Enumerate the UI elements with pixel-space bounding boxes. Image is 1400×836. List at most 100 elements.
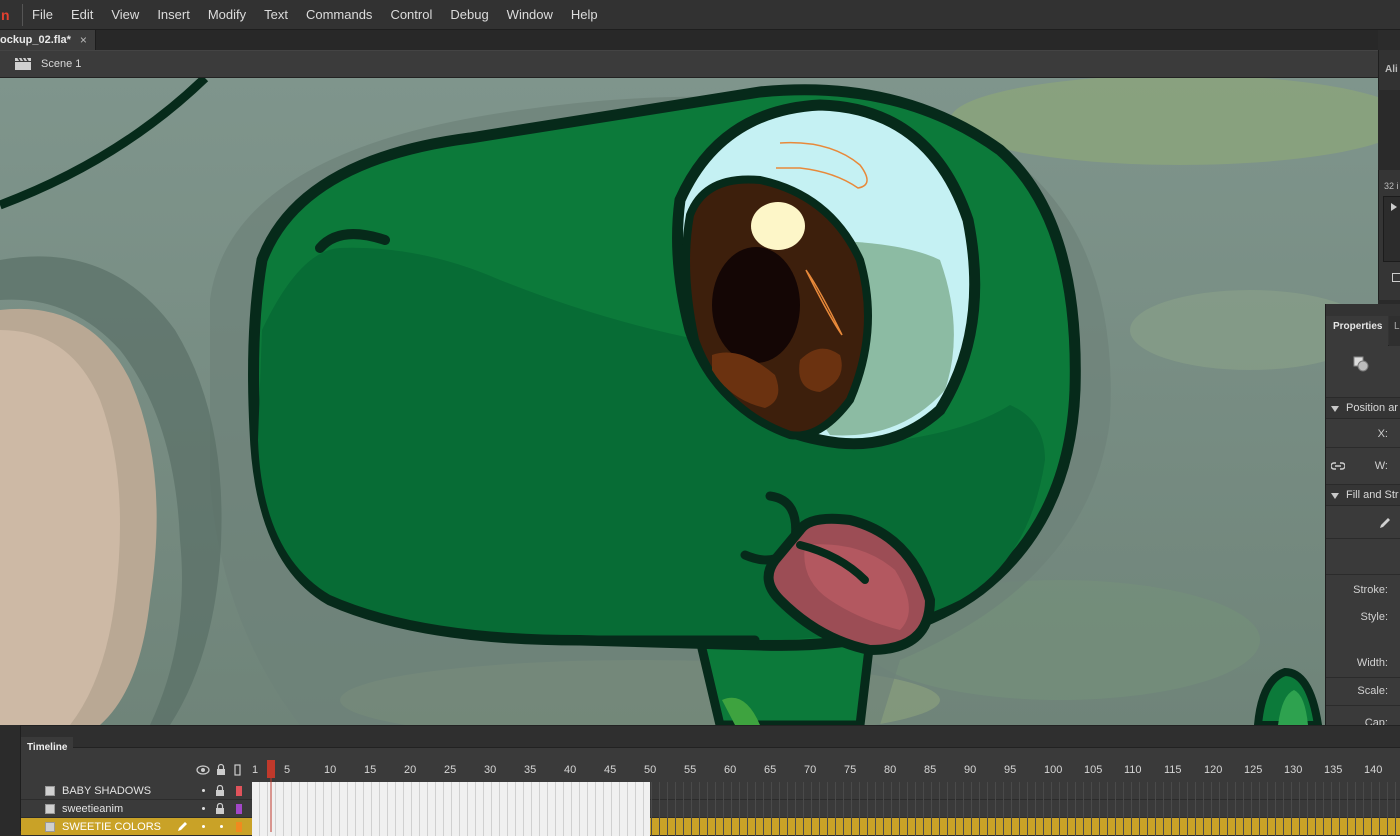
- eye-icon[interactable]: [196, 765, 210, 775]
- timeline-column-icons: [196, 763, 241, 776]
- width-label: Width:: [1356, 657, 1388, 669]
- close-icon[interactable]: ×: [80, 33, 87, 47]
- visibility-dot[interactable]: [202, 825, 205, 828]
- layer-row[interactable]: sweetieanim: [21, 800, 1400, 818]
- scene-breadcrumb[interactable]: Scene 1: [41, 58, 81, 70]
- visibility-dot[interactable]: [202, 807, 205, 810]
- lock-icon[interactable]: [217, 763, 225, 776]
- playhead[interactable]: [267, 760, 275, 832]
- layer-frame-span[interactable]: [252, 818, 650, 836]
- ruler-frame-number: 50: [644, 764, 657, 776]
- x-label: X:: [1377, 428, 1388, 440]
- ruler-frame-number: 5: [284, 764, 291, 776]
- layer-name[interactable]: SWEETIE COLORS: [62, 821, 161, 833]
- ruler-frame-number: 15: [364, 764, 377, 776]
- clapperboard-icon: [15, 57, 31, 70]
- layer-name[interactable]: BABY SHADOWS: [62, 785, 151, 797]
- menu-help[interactable]: Help: [562, 0, 607, 30]
- menu-edit[interactable]: Edit: [62, 0, 102, 30]
- section-fill-label: Fill and Str: [1346, 489, 1399, 501]
- link-icon[interactable]: [1331, 460, 1345, 472]
- menu-debug[interactable]: Debug: [441, 0, 497, 30]
- timeline-ruler[interactable]: 1 5 10 15 20 25 30 35 40 45 50 55 60 65 70 75 80 85 90 95 10…: [249, 761, 1400, 781]
- collapse-icon: [1331, 406, 1339, 412]
- divider: [1326, 447, 1400, 448]
- document-tab[interactable]: ockup_02.fla* ×: [0, 30, 96, 50]
- layer-icon: [45, 804, 55, 814]
- layer-row[interactable]: BABY SHADOWS: [21, 782, 1400, 800]
- section-position-label: Position ar: [1346, 402, 1398, 414]
- ruler-frame-number: 120: [1204, 764, 1223, 776]
- library-item-count: 32 i: [1384, 181, 1399, 191]
- menu-modify[interactable]: Modify: [199, 0, 255, 30]
- stage-canvas[interactable]: [0, 78, 1378, 725]
- section-fill-stroke[interactable]: Fill and Str: [1326, 484, 1400, 506]
- layer-row-active[interactable]: SWEETIE COLORS: [21, 818, 1400, 836]
- timeline-panel: Timeline 1 5 10 15 20 25 30 35 40 45 50 55 60 65 70 75 8…: [20, 725, 1400, 836]
- divider: [1326, 538, 1400, 539]
- ruler-frame-number: 35: [524, 764, 537, 776]
- ruler-frame-number: 30: [484, 764, 497, 776]
- menu-window[interactable]: Window: [498, 0, 562, 30]
- layer-frame-span[interactable]: [252, 800, 650, 818]
- w-label: W:: [1374, 460, 1388, 472]
- ruler-frame-number: 55: [684, 764, 697, 776]
- divider: [1326, 574, 1400, 575]
- style-label: Style:: [1360, 611, 1388, 623]
- ruler-frame-number: 20: [404, 764, 417, 776]
- menu-insert[interactable]: Insert: [148, 0, 199, 30]
- document-tab-name: ockup_02.fla*: [0, 34, 71, 46]
- artwork: [0, 78, 1378, 725]
- ruler-frame-number: 125: [1244, 764, 1263, 776]
- layer-icon: [45, 786, 55, 796]
- stroke-label: Stroke:: [1353, 584, 1388, 596]
- play-icon[interactable]: [1391, 203, 1397, 211]
- menu-text[interactable]: Text: [255, 0, 297, 30]
- timeline-header: Timeline: [21, 726, 1400, 753]
- ruler-frame-number: 105: [1084, 764, 1103, 776]
- app-logo-text: n: [1, 6, 10, 23]
- tab-timeline-label: Timeline: [27, 742, 68, 753]
- properties-panel: Properties L Position ar X: W: Fill and …: [1325, 304, 1400, 725]
- ruler-frame-number: 75: [844, 764, 857, 776]
- layer-frame-span[interactable]: [252, 782, 650, 800]
- new-symbol-icon[interactable]: [1392, 273, 1400, 282]
- ruler-frame-number: 115: [1164, 764, 1182, 776]
- ruler-frame-number: 10: [324, 764, 337, 776]
- visibility-dot[interactable]: [202, 789, 205, 792]
- ruler-frame-number: 140: [1364, 764, 1383, 776]
- ruler-frame-number: 25: [444, 764, 457, 776]
- menu-bar: n File Edit View Insert Modify Text Comm…: [0, 0, 1400, 30]
- collapse-icon: [1331, 493, 1339, 499]
- tab-library-label: L: [1394, 321, 1400, 332]
- ruler-frame-number: 45: [604, 764, 617, 776]
- edit-bar: Scene 1: [0, 50, 1378, 78]
- pencil-icon[interactable]: [1378, 516, 1392, 530]
- layer-name[interactable]: sweetieanim: [62, 803, 123, 815]
- layer-color-swatch[interactable]: [236, 804, 242, 814]
- tab-library[interactable]: L: [1389, 316, 1400, 346]
- lock-icon[interactable]: [215, 803, 225, 815]
- app-logo: n: [0, 0, 12, 30]
- align-panel-tab[interactable]: Ali: [1378, 50, 1400, 90]
- ruler-frame-number: 1: [252, 764, 259, 776]
- ruler-frame-number: 90: [964, 764, 977, 776]
- menu-control[interactable]: Control: [381, 0, 441, 30]
- section-position-size[interactable]: Position ar: [1326, 397, 1400, 419]
- ruler-frame-number: 60: [724, 764, 737, 776]
- menu-file[interactable]: File: [23, 0, 62, 30]
- ruler-frame-number: 130: [1284, 764, 1303, 776]
- library-panel: 32 i: [1378, 170, 1400, 300]
- lock-dot[interactable]: [220, 825, 223, 828]
- tab-timeline[interactable]: Timeline: [21, 737, 73, 753]
- align-tab-label: Ali: [1385, 64, 1398, 75]
- outline-icon[interactable]: [234, 764, 241, 776]
- menu-commands[interactable]: Commands: [297, 0, 381, 30]
- pencil-icon: [178, 822, 187, 831]
- cap-label: Cap:: [1364, 717, 1388, 725]
- menu-view[interactable]: View: [102, 0, 148, 30]
- ruler-frame-number: 135: [1324, 764, 1343, 776]
- tab-properties[interactable]: Properties: [1326, 316, 1388, 346]
- lock-icon[interactable]: [215, 785, 225, 797]
- layer-color-swatch[interactable]: [236, 786, 242, 796]
